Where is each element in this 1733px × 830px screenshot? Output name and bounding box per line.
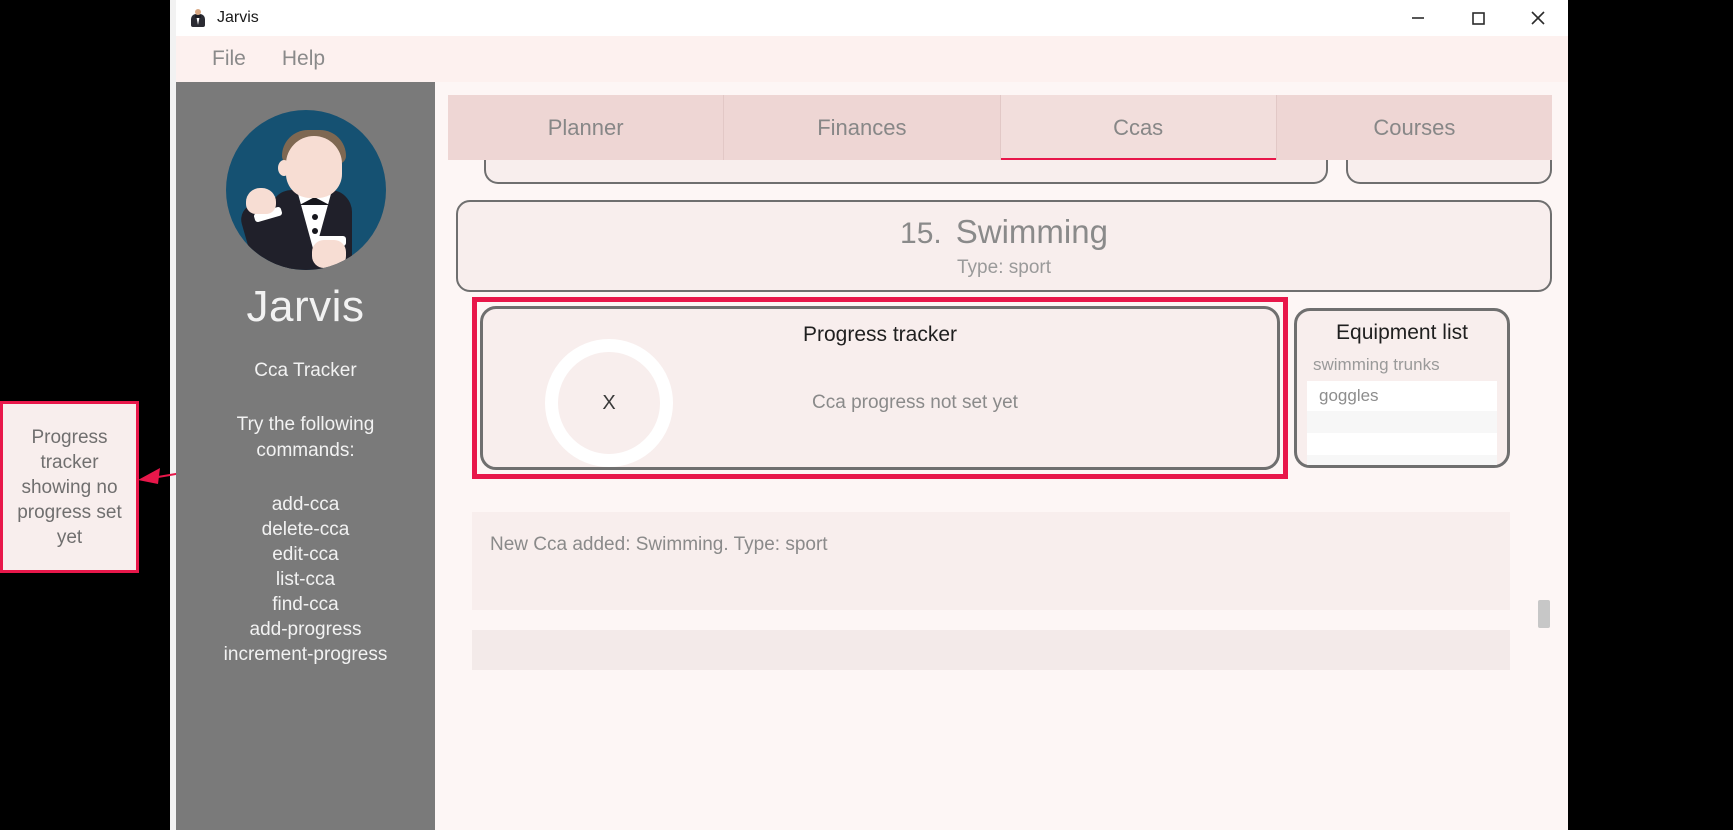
result-message: New Cca added: Swimming. Type: sport <box>490 534 828 555</box>
command-input-box[interactable] <box>472 630 1510 670</box>
result-display: New Cca added: Swimming. Type: sport <box>472 512 1510 610</box>
cca-name: Swimming <box>955 213 1108 250</box>
cca-header-card: 15. Swimming Type: sport <box>456 200 1552 292</box>
list-item[interactable]: goggles <box>1307 381 1497 411</box>
command-delete-cca: delete-cca <box>261 519 350 540</box>
sidebar-brand: Jarvis <box>246 282 365 331</box>
command-add-progress: add-progress <box>249 619 362 640</box>
progress-ring: X <box>545 339 673 467</box>
vertical-scrollbar[interactable] <box>1536 160 1552 830</box>
tab-courses-label: Courses <box>1373 114 1456 140</box>
close-icon[interactable] <box>1508 0 1568 36</box>
list-item[interactable] <box>1307 433 1497 455</box>
progress-ring-value: X <box>602 391 616 414</box>
command-list-cca: list-cca <box>275 569 336 590</box>
cca-type: Type: sport <box>957 257 1051 278</box>
progress-tracker-card: Progress tracker X Cca progress not set … <box>480 306 1280 470</box>
scrollbar-thumb[interactable] <box>1538 600 1550 628</box>
sidebar-tracker-label: Cca Tracker <box>254 360 357 381</box>
list-item[interactable] <box>1307 411 1497 433</box>
command-increment-progress: increment-progress <box>223 644 388 665</box>
tab-ccas[interactable]: Ccas <box>1000 95 1277 163</box>
command-edit-cca: edit-cca <box>272 544 339 565</box>
tab-planner-label: Planner <box>547 114 624 140</box>
command-find-cca: find-cca <box>272 594 339 615</box>
window-body: Jarvis Cca Tracker Try the following com… <box>176 82 1568 830</box>
butler-icon <box>189 9 207 27</box>
cca-scroll-pane: 15. Swimming Type: sport Progress tracke… <box>448 160 1552 830</box>
tab-bar: Planner Finances Ccas Courses <box>448 95 1552 163</box>
window-controls <box>1388 0 1568 36</box>
tab-planner[interactable]: Planner <box>448 95 725 160</box>
cca-index: 15. <box>900 217 942 250</box>
menu-item-help[interactable]: Help <box>270 45 337 73</box>
sidebar-command-list: add-cca delete-cca edit-cca list-cca fin… <box>224 492 388 667</box>
list-item[interactable] <box>1307 455 1497 465</box>
tab-ccas-label: Ccas <box>1113 114 1164 140</box>
content-area: Planner Finances Ccas Courses 15. Swimmi… <box>435 82 1568 830</box>
equipment-subtitle: swimming trunks <box>1313 355 1440 374</box>
tab-finances-label: Finances <box>817 114 907 140</box>
previous-card-partial <box>484 160 1552 184</box>
title-bar: Jarvis <box>176 0 1568 36</box>
annotation-callout: Progress tracker showing no progress set… <box>0 401 139 573</box>
previous-equipment-card-edge <box>1346 160 1552 184</box>
menu-item-file[interactable]: File <box>200 45 258 73</box>
menu-bar: File Help <box>176 36 1568 82</box>
maximize-icon[interactable] <box>1448 0 1508 36</box>
command-add-cca: add-cca <box>271 494 340 515</box>
app-window: Jarvis File Help Jarvis Cca Tracker Try … <box>176 0 1568 830</box>
minimize-icon[interactable] <box>1388 0 1448 36</box>
progress-message: Cca progress not set yet <box>812 392 1018 413</box>
tab-finances[interactable]: Finances <box>724 95 1001 160</box>
equipment-list-card: Equipment list swimming trunks goggles <box>1294 308 1510 468</box>
equipment-items[interactable]: goggles <box>1307 381 1497 465</box>
cca-title-row: 15. Swimming <box>900 213 1108 251</box>
previous-progress-card-edge <box>484 160 1328 184</box>
tab-courses[interactable]: Courses <box>1276 95 1552 160</box>
window-title: Jarvis <box>217 9 259 26</box>
sidebar-try-label: Try the following commands: <box>236 414 375 461</box>
equipment-list-title: Equipment list <box>1336 321 1468 344</box>
butler-avatar <box>225 110 386 270</box>
screen: Progress tracker showing no progress set… <box>0 0 1733 830</box>
progress-tracker-body: X Cca progress not set yet <box>483 339 1277 467</box>
annotation-text: Progress tracker showing no progress set… <box>17 426 122 548</box>
sidebar: Jarvis Cca Tracker Try the following com… <box>176 82 435 830</box>
